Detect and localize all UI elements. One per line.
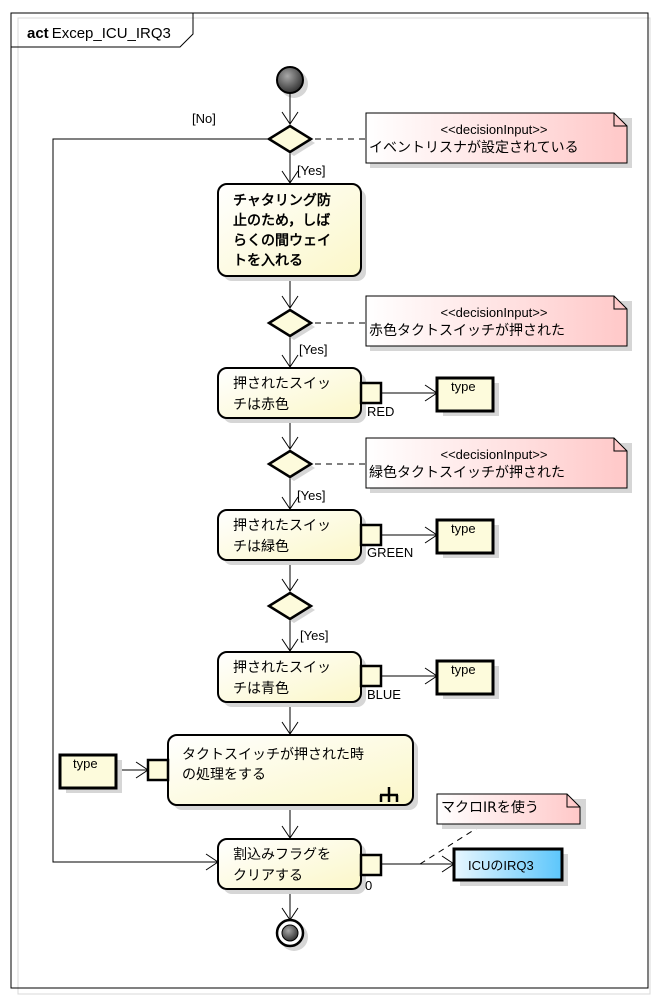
object-label: type — [451, 662, 476, 677]
note-decision-input-3[interactable]: <<decisionInput>> 緑色タクトスイッチが押された — [365, 437, 632, 493]
note-text: マクロIRを使う — [441, 799, 539, 816]
decision-node-4[interactable] — [266, 591, 315, 623]
action-switch-blue[interactable]: 押されたスイッ チは青色 — [217, 651, 366, 707]
guard-yes: [Yes] — [297, 488, 325, 503]
object-node-type-input[interactable]: type — [58, 753, 122, 793]
activity-diagram: act Excep_ICU_IRQ3 [No] [Yes] [Yes] [Yes… — [10, 12, 651, 995]
object-node-type-red[interactable]: type — [435, 376, 499, 416]
pin-label: BLUE — [367, 687, 401, 702]
decision-node-2[interactable] — [266, 308, 315, 340]
note-decision-input-2[interactable]: <<decisionInput>> 赤色タクトスイッチが押された — [365, 295, 632, 351]
note-stereotype: <<decisionInput>> — [441, 447, 548, 462]
decision-node-3[interactable] — [266, 449, 315, 481]
note-text: イベントリスナが設定されている — [369, 140, 579, 156]
note-text: 緑色タクトスイッチが押された — [369, 464, 565, 481]
action-clear-interrupt-flag[interactable]: 割込みフラグを クリアする — [217, 838, 366, 894]
final-node[interactable] — [275, 918, 308, 951]
output-pin-blue[interactable]: BLUE — [359, 664, 401, 702]
note-use-macro-ir[interactable]: マクロIRを使う — [436, 793, 586, 829]
note-decision-input-1[interactable]: <<decisionInput>> イベントリスナが設定されている — [365, 112, 632, 168]
object-node-type-green[interactable]: type — [435, 518, 499, 558]
note-stereotype: <<decisionInput>> — [441, 122, 548, 137]
frame-name: Excep_ICU_IRQ3 — [52, 25, 171, 42]
note-stereotype: <<decisionInput>> — [441, 305, 548, 320]
action-handle-switch-press[interactable]: タクトスイッチが押された時 の処理をする — [167, 734, 418, 810]
frame-keyword: act — [27, 25, 49, 42]
action-chattering-wait[interactable]: チャタリング防 止のため，しば らくの間ウェイ トを入れる — [217, 183, 366, 281]
action-switch-red[interactable]: 押されたスイッ チは赤色 — [217, 367, 366, 423]
object-label: type — [451, 521, 476, 536]
initial-node[interactable] — [276, 66, 308, 98]
object-node-icu-irq3[interactable]: ICUのIRQ3 — [452, 847, 568, 886]
guard-no: [No] — [192, 111, 216, 126]
guard-yes: [Yes] — [300, 628, 328, 643]
object-label: type — [451, 379, 476, 394]
object-node-type-blue[interactable]: type — [435, 659, 499, 699]
pin-label: RED — [367, 404, 394, 419]
pin-label: GREEN — [367, 545, 413, 560]
note-text: 赤色タクトスイッチが押された — [369, 322, 565, 339]
decision-node-1[interactable] — [266, 124, 315, 156]
guard-yes: [Yes] — [297, 163, 325, 178]
frame-title: act Excep_ICU_IRQ3 — [27, 25, 171, 42]
action-switch-green[interactable]: 押されたスイッ チは緑色 — [217, 509, 366, 565]
output-pin-red[interactable]: RED — [359, 381, 394, 419]
input-pin-process[interactable] — [146, 758, 170, 782]
pin-label: 0 — [365, 878, 372, 893]
object-label: ICUのIRQ3 — [468, 858, 534, 873]
object-label: type — [73, 756, 98, 771]
guard-yes: [Yes] — [299, 342, 327, 357]
output-pin-green[interactable]: GREEN — [359, 523, 413, 560]
